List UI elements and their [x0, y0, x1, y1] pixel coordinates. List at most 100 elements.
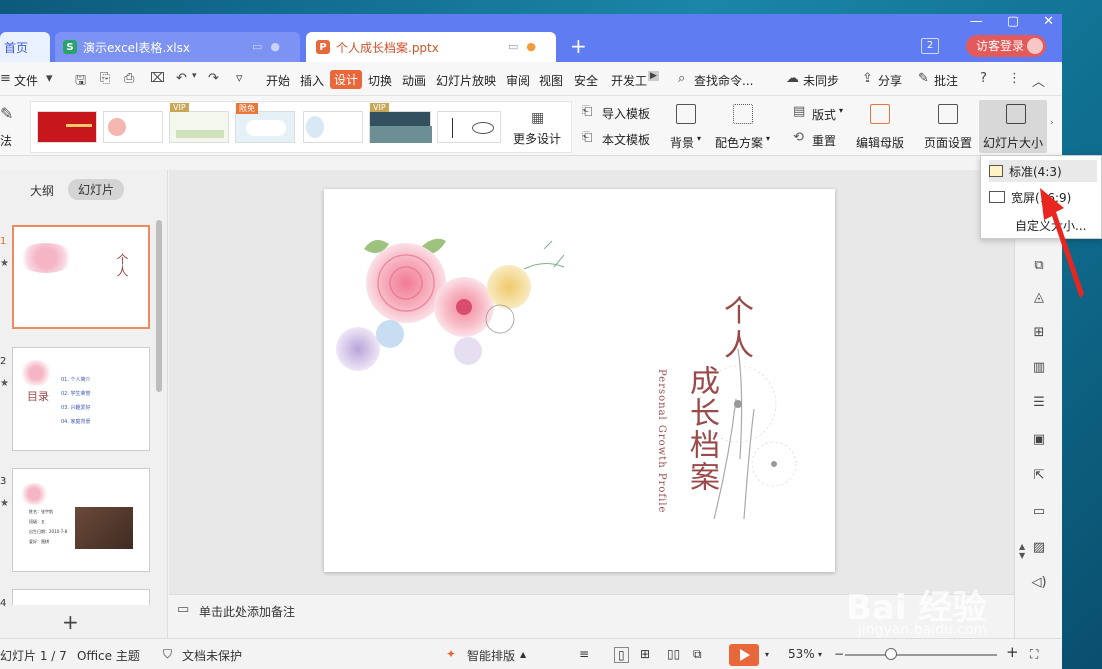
zoom-slider-knob[interactable]: [885, 648, 897, 660]
slide-subtitle[interactable]: Personal Growth Profile: [656, 369, 667, 513]
design-thumb-6[interactable]: VIP: [369, 103, 432, 143]
zoom-in-icon[interactable]: +: [1006, 643, 1019, 661]
slide-size-standard[interactable]: 标准(4:3): [989, 160, 1097, 182]
layout-button[interactable]: 版式: [812, 106, 836, 123]
tab-ppt-controls[interactable]: ▭●: [508, 40, 544, 53]
smart-layout-button[interactable]: 智能排版: [467, 647, 515, 664]
fit-window-icon[interactable]: ⛶: [1030, 647, 1038, 662]
zoom-out-icon[interactable]: −: [834, 647, 844, 661]
print-icon[interactable]: ⎙: [124, 71, 134, 86]
notes-placeholder[interactable]: 单击此处添加备注: [199, 603, 295, 620]
color-scheme-button[interactable]: 配色方案: [715, 134, 763, 151]
undo-icon[interactable]: ↶: [176, 71, 187, 86]
more-icon[interactable]: ⋮: [1008, 71, 1021, 86]
page-setup-icon[interactable]: [938, 104, 958, 124]
comment-button[interactable]: 批注: [934, 72, 958, 89]
page-setup-button[interactable]: 页面设置: [924, 134, 972, 151]
ribbon-scroll-right-icon[interactable]: ›: [1050, 118, 1054, 128]
visitor-login-button[interactable]: 访客登录: [966, 35, 1046, 57]
sorter-view-icon[interactable]: ⊞: [640, 647, 650, 661]
edit-master-icon[interactable]: [870, 104, 890, 124]
design-thumb-1[interactable]: [37, 111, 97, 143]
audio-icon[interactable]: ◁): [1031, 575, 1047, 591]
menu-file[interactable]: 文件: [14, 72, 38, 89]
notes-toggle-icon[interactable]: ≡: [579, 647, 589, 661]
share-button[interactable]: 分享: [878, 72, 902, 89]
slide-thumbnail-3[interactable]: 姓名：张宇航 班级：五 出生日期：2010-7-8 爱好：围棋: [12, 468, 150, 572]
command-search[interactable]: 查找命令...: [694, 72, 753, 89]
menu-developer[interactable]: 开发工: [611, 72, 647, 89]
magic-wand-icon[interactable]: ✎: [0, 104, 13, 123]
tab-count-badge[interactable]: 2: [921, 38, 939, 54]
archive-icon[interactable]: ▭: [1031, 504, 1047, 520]
right-scroll-arrows[interactable]: ▲ ▼: [1019, 542, 1025, 560]
more-designs-button[interactable]: 更多设计: [513, 130, 561, 147]
smart-layout-chevron-icon[interactable]: ▲: [520, 650, 526, 659]
document-protection-status[interactable]: 文档未保护: [182, 647, 242, 664]
export-share-icon[interactable]: ⇱: [1031, 468, 1047, 484]
picture-stack-icon[interactable]: ▣: [1031, 432, 1047, 448]
slide-title-line-1[interactable]: 个人: [713, 295, 757, 363]
color-scheme-chevron-icon[interactable]: ▾: [766, 134, 770, 143]
design-thumb-7[interactable]: [437, 111, 501, 143]
ribbon-left-partial[interactable]: 法: [0, 132, 12, 149]
tab-slides[interactable]: 幻灯片: [68, 179, 125, 200]
menu-insert[interactable]: 插入: [300, 72, 324, 89]
chevron-down-icon[interactable]: ▾: [46, 71, 53, 86]
import-template-button[interactable]: 导入模板: [602, 105, 650, 122]
zoom-chevron-icon[interactable]: ▾: [818, 650, 822, 659]
menu-start[interactable]: 开始: [266, 72, 290, 89]
tab-outline[interactable]: 大纲: [30, 182, 54, 199]
slide-size-button[interactable]: 幻灯片大小: [979, 100, 1047, 153]
export-icon[interactable]: ⎘: [100, 71, 110, 86]
design-thumb-4[interactable]: 限免: [235, 103, 295, 143]
add-tab-icon[interactable]: +: [570, 34, 587, 58]
menu-design[interactable]: 设计: [330, 70, 363, 89]
design-thumb-3[interactable]: VIP: [169, 103, 229, 143]
play-slideshow-button[interactable]: [729, 644, 759, 666]
reset-button[interactable]: 重置: [812, 132, 836, 149]
format-painter-icon[interactable]: ⌧: [150, 71, 165, 86]
layout-chevron-icon[interactable]: ▾: [839, 106, 843, 115]
menu-review[interactable]: 审阅: [506, 72, 530, 89]
thumbnail-scrollbar[interactable]: [156, 220, 162, 392]
sync-status[interactable]: 未同步: [803, 72, 839, 89]
add-slide-icon[interactable]: +: [62, 610, 79, 634]
hamburger-icon[interactable]: ≡: [0, 71, 11, 86]
collapse-ribbon-icon[interactable]: ︿: [1032, 71, 1045, 90]
theme-name[interactable]: Office 主题: [77, 647, 140, 664]
redo-icon[interactable]: ↷: [208, 71, 219, 86]
tab-ppt-file[interactable]: P 个人成长档案.pptx ▭●: [306, 32, 556, 62]
play-chevron-icon[interactable]: ▾: [765, 650, 769, 659]
menu-slideshow[interactable]: 幻灯片放映: [436, 72, 496, 89]
help-icon[interactable]: ?: [980, 71, 987, 86]
tab-home[interactable]: 首页: [0, 32, 50, 62]
maximize-icon[interactable]: ▢: [1007, 14, 1019, 29]
close-icon[interactable]: ✕: [1043, 14, 1054, 29]
normal-view-icon[interactable]: ▯: [614, 647, 629, 663]
presenter-view-icon[interactable]: ⧉: [693, 647, 702, 662]
settings-sliders-icon[interactable]: ☰: [1031, 395, 1047, 411]
menu-view[interactable]: 视图: [539, 72, 563, 89]
slide-thumbnail-4[interactable]: [12, 589, 150, 605]
edit-master-button[interactable]: 编辑母版: [856, 134, 904, 151]
menu-scroll-right-icon[interactable]: ▶: [648, 71, 659, 81]
undo-chevron-icon[interactable]: ▾: [192, 71, 197, 81]
customize-icon[interactable]: ▿: [236, 71, 243, 86]
background-icon[interactable]: [676, 104, 696, 124]
image-icon[interactable]: ▨: [1031, 540, 1047, 556]
tab-excel-file[interactable]: S 演示excel表格.xlsx ▭●: [55, 32, 300, 62]
save-icon[interactable]: 🖫: [75, 71, 86, 93]
menu-animation[interactable]: 动画: [402, 72, 426, 89]
current-slide[interactable]: 个人 成长档案 Personal Growth Profile: [324, 189, 835, 572]
this-template-button[interactable]: 本文模板: [602, 131, 650, 148]
slide-title-line-2[interactable]: 成长档案: [679, 365, 723, 493]
menu-security[interactable]: 安全: [574, 72, 598, 89]
tab-excel-controls[interactable]: ▭●: [252, 40, 288, 53]
slide-thumbnail-2[interactable]: 目录 01. 个人简介 02. 学生荣誉 03. 兴趣爱好 04. 家庭背景: [12, 347, 150, 451]
menu-transition[interactable]: 切换: [368, 72, 392, 89]
slide-thumbnail-1[interactable]: 个人: [12, 225, 150, 329]
reading-view-icon[interactable]: ▯▯: [667, 647, 680, 661]
design-thumb-2[interactable]: [103, 111, 163, 143]
design-thumb-5[interactable]: [303, 111, 363, 143]
